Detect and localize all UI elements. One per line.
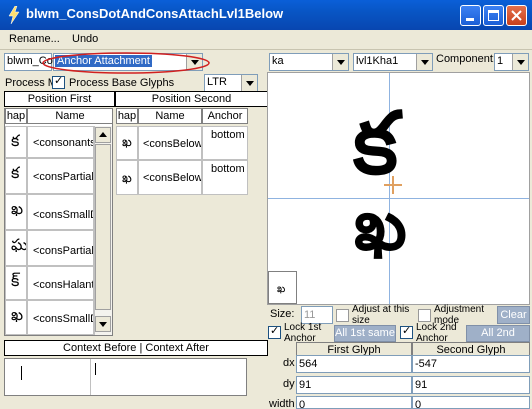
- row-glyph: ఖ: [11, 305, 24, 324]
- scroll-up-button[interactable]: [95, 127, 111, 143]
- maximize-icon: [488, 10, 499, 21]
- dy-first-field[interactable]: 91: [296, 376, 412, 394]
- width-first-field[interactable]: 0: [296, 396, 412, 409]
- all-2nd-same-button[interactable]: All 2nd same: [466, 325, 530, 354]
- chevron-down-icon[interactable]: [332, 54, 348, 70]
- col-hap2[interactable]: hap: [116, 108, 138, 124]
- lock-2nd-anchor-checkbox[interactable]: [400, 324, 413, 339]
- row-name: <consHalant: [27, 266, 94, 300]
- chevron-down-icon[interactable]: [416, 54, 432, 70]
- highlight-ellipse: [42, 52, 210, 74]
- app-lightning-icon: [8, 6, 20, 24]
- dy-second-field[interactable]: 91: [412, 376, 530, 394]
- chevron-down-icon[interactable]: [512, 54, 528, 70]
- first-glyph-combo-value: ka: [272, 55, 284, 67]
- component-combo-value: 1: [497, 55, 504, 67]
- row-glyph: ఖ: [122, 171, 132, 186]
- dx-second-field[interactable]: -547: [412, 355, 530, 373]
- row-glyph: ఖ: [11, 199, 24, 218]
- close-button[interactable]: [506, 5, 527, 26]
- dx-first-field[interactable]: 564: [296, 355, 412, 373]
- adjust-this-size-checkbox[interactable]: [336, 309, 349, 322]
- chevron-up-icon: [99, 132, 107, 137]
- col-hap[interactable]: hap: [5, 108, 27, 124]
- row-name: <consBelow_: [138, 126, 202, 160]
- maximize-button[interactable]: [483, 5, 504, 26]
- adjust-this-size-label: Adjust at this size: [352, 304, 410, 326]
- context-after-caret: [95, 363, 96, 375]
- width-label: width: [269, 398, 295, 409]
- preview-glyph-top: క: [353, 94, 398, 194]
- window-title: blwm_ConsDotAndConsAttachLvl1Below: [26, 6, 284, 21]
- title-bar: blwm_ConsDotAndConsAttachLvl1Below: [0, 0, 532, 30]
- all-1st-same-button[interactable]: All 1st same: [334, 325, 396, 342]
- first-list-scrollbar[interactable]: [94, 126, 112, 335]
- preview-canvas[interactable]: క ఖ ఖ: [267, 72, 530, 305]
- minimize-icon: [466, 18, 474, 21]
- minimize-button[interactable]: [460, 5, 481, 26]
- row-anchor: bottom: [202, 126, 248, 160]
- col-name2[interactable]: Name: [138, 108, 202, 124]
- second-glyph-combo-value: lvl1Kha1: [356, 55, 399, 67]
- width-second-field[interactable]: 0: [412, 396, 530, 409]
- lock-2nd-anchor-label: Lock 2nd Anchor: [416, 322, 457, 344]
- process-checkbox[interactable]: [52, 74, 65, 89]
- row-name: <consPartial: [27, 230, 94, 266]
- col-anchor[interactable]: Anchor: [202, 108, 248, 124]
- chevron-down-icon: [99, 322, 107, 327]
- component-label: Component:: [436, 53, 496, 65]
- scroll-down-button[interactable]: [95, 316, 111, 332]
- close-icon: [511, 10, 522, 21]
- adjustment-mode-checkbox[interactable]: [418, 309, 431, 322]
- lock-1st-anchor-label: Lock 1st Anchor: [284, 322, 322, 344]
- menu-undo[interactable]: Undo: [72, 33, 98, 45]
- first-glyph-combo[interactable]: ka: [269, 53, 349, 71]
- dx-label: dx: [283, 357, 295, 369]
- position-first-header: Position First: [4, 91, 115, 107]
- row-glyph: ఘ: [11, 235, 27, 254]
- clear-button[interactable]: Clear: [497, 306, 530, 324]
- context-before-caret: [21, 366, 22, 380]
- row-glyph: క్: [11, 271, 20, 290]
- row-name: <consSmallD: [27, 194, 94, 230]
- direction-combo[interactable]: LTR: [204, 74, 258, 92]
- size-label: Size:: [270, 308, 295, 320]
- row-anchor: bottom: [202, 160, 248, 195]
- dy-label: dy: [283, 378, 295, 390]
- row-name: <consBelow_: [138, 160, 202, 195]
- preview-glyph-bottom: ఖ: [354, 184, 407, 266]
- process-label: Process M: [5, 77, 57, 89]
- thumbnail-glyph: ఖ: [277, 282, 286, 295]
- menu-rename[interactable]: Rename...: [9, 33, 60, 45]
- lock-1st-anchor-checkbox[interactable]: [268, 324, 281, 339]
- row-glyph: ఖ: [122, 135, 132, 150]
- col-name[interactable]: Name: [27, 108, 113, 124]
- row-name: <consSmallD: [27, 300, 94, 335]
- size-value: 11: [304, 309, 316, 321]
- chevron-down-icon[interactable]: [241, 75, 257, 91]
- scroll-thumb[interactable]: [95, 144, 111, 310]
- process-base-label: Process Base Glyphs: [69, 77, 175, 89]
- row-glyph: క: [11, 163, 20, 182]
- context-header: Context Before | Context After: [4, 340, 268, 356]
- row-name: <consPartial: [27, 158, 94, 194]
- component-combo[interactable]: 1: [494, 53, 529, 71]
- context-list[interactable]: [4, 358, 247, 396]
- anchor-crosshair-v: [392, 176, 394, 194]
- row-name: <consonants: [27, 126, 94, 158]
- row-glyph: క: [11, 131, 20, 150]
- second-glyph-combo[interactable]: lvl1Kha1: [353, 53, 433, 71]
- menu-bar: Rename... Undo: [0, 30, 532, 50]
- thumbnail-preview: ఖ: [268, 271, 297, 304]
- position-second-header: Position Second: [115, 91, 268, 107]
- direction-combo-value: LTR: [207, 76, 227, 88]
